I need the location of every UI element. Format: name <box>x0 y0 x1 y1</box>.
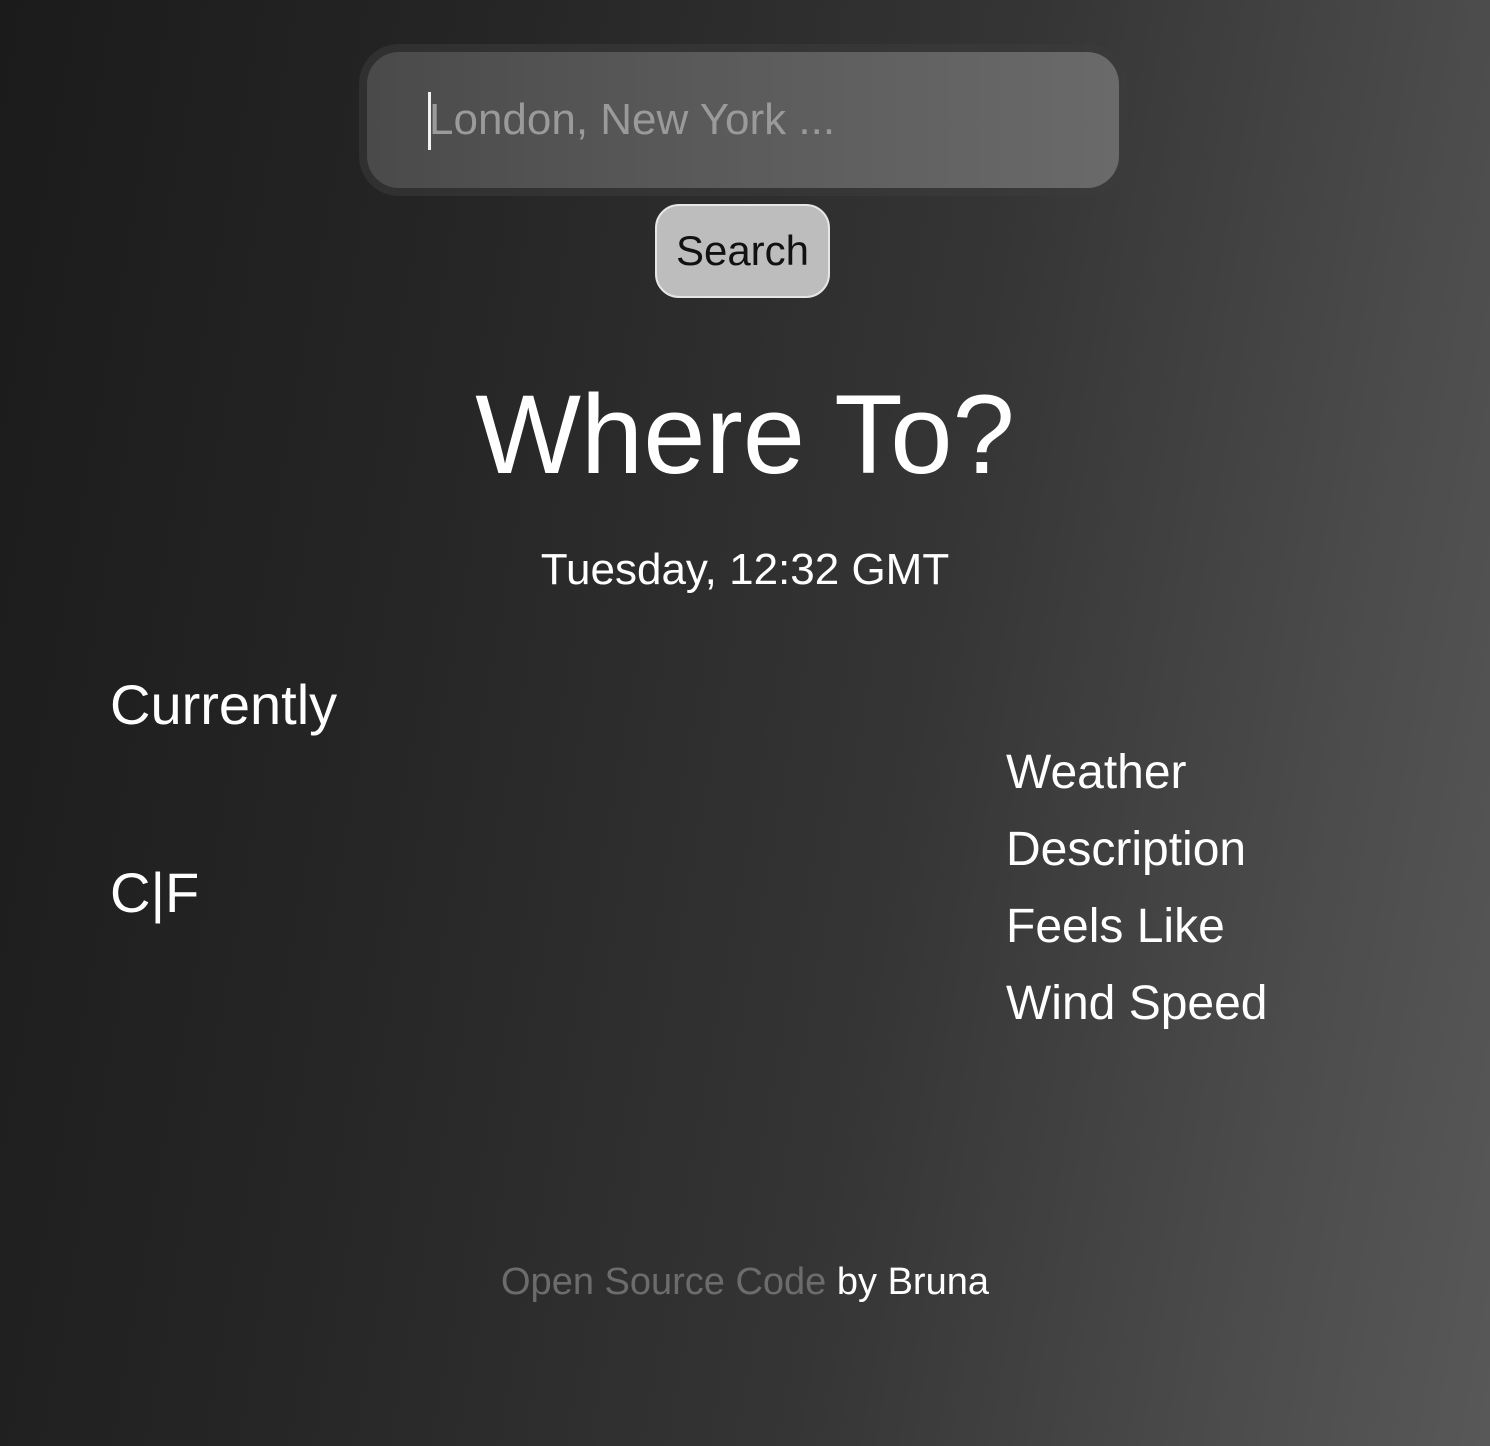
search-input[interactable] <box>367 52 1119 188</box>
open-source-link[interactable]: Open Source Code <box>501 1261 826 1303</box>
text-cursor <box>428 92 431 150</box>
page-title: Where To? <box>475 372 1015 497</box>
search-bar <box>359 44 1127 196</box>
unit-toggle: C|F <box>110 860 199 926</box>
weather-details-list: Weather Description Feels Like Wind Spee… <box>1006 734 1268 1042</box>
detail-weather: Weather <box>1006 746 1187 799</box>
celsius-link[interactable]: C <box>110 861 150 924</box>
footer: Open Source Code by Bruna <box>0 1256 1490 1308</box>
currently-label: Currently <box>110 673 338 736</box>
fahrenheit-link[interactable]: F <box>165 861 199 924</box>
author-credit: by Bruna <box>836 1261 989 1303</box>
unit-separator: | <box>150 861 165 924</box>
current-datetime: Tuesday, 12:32 GMT <box>540 545 950 594</box>
search-button[interactable]: Search <box>655 204 830 298</box>
detail-feels-like: Feels Like <box>1006 900 1225 953</box>
detail-wind-speed: Wind Speed <box>1006 977 1268 1030</box>
detail-description: Description <box>1006 823 1247 876</box>
